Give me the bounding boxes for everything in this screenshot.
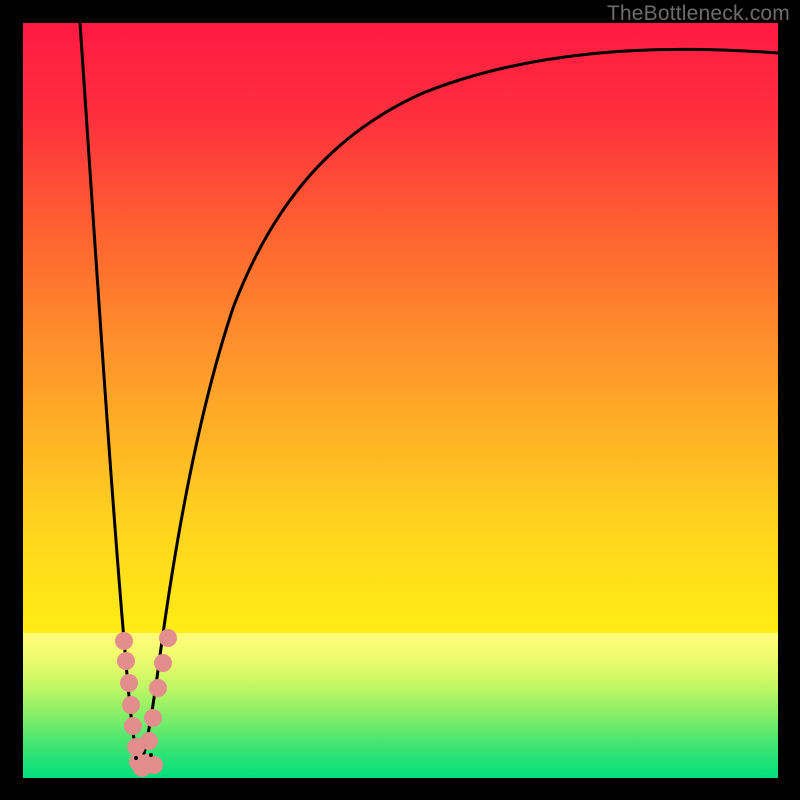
marker-dot <box>145 756 163 774</box>
marker-hole <box>149 753 153 757</box>
plot-svg <box>23 23 778 778</box>
marker-dot <box>117 652 135 670</box>
marker-dot <box>154 654 172 672</box>
watermark-label: TheBottleneck.com <box>607 2 790 26</box>
marker-dot <box>115 632 133 650</box>
plot-area <box>23 23 778 778</box>
marker-hole <box>134 756 138 760</box>
marker-dot <box>159 629 177 647</box>
marker-dot <box>149 679 167 697</box>
marker-dot <box>124 717 142 735</box>
marker-dot <box>144 709 162 727</box>
marker-dot <box>120 674 138 692</box>
marker-dot <box>140 732 158 750</box>
chart-container: TheBottleneck.com <box>0 0 800 800</box>
marker-dot <box>122 696 140 714</box>
